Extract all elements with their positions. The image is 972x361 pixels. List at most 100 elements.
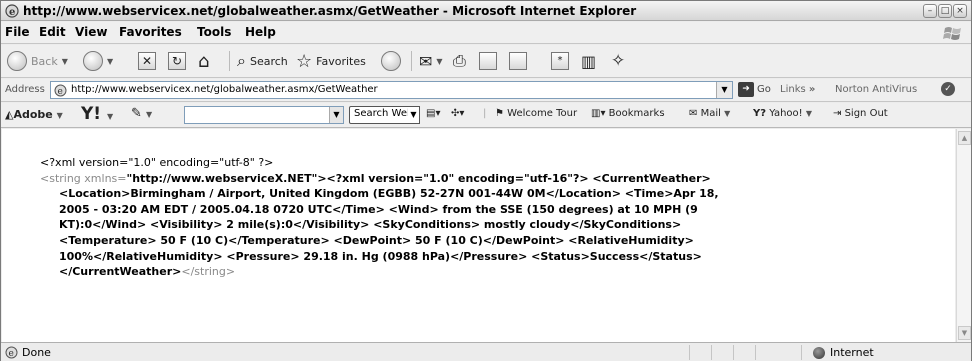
chevron-down-icon[interactable]: ▼ xyxy=(716,82,732,98)
custom-tool-button[interactable]: ✧ xyxy=(611,50,625,72)
ie-logo-icon: e xyxy=(5,4,19,18)
browser-window: e http://www.webservicex.net/globalweath… xyxy=(0,0,972,361)
mail-button[interactable]: ✉ ▼ xyxy=(419,50,443,72)
favorites-button[interactable]: ☆ Favorites xyxy=(296,50,366,72)
research-button[interactable]: ▥ xyxy=(581,50,596,72)
security-zone[interactable]: Internet xyxy=(813,346,874,359)
maximize-icon[interactable]: □ xyxy=(938,4,952,18)
title-bar: e http://www.webservicex.net/globalweath… xyxy=(1,1,971,21)
minimize-icon[interactable]: – xyxy=(923,4,937,18)
xml-line: KT):0</Wind> <Visibility> 2 mile(s):0</V… xyxy=(59,218,682,232)
go-label: Go xyxy=(757,84,771,95)
xml-line: </CurrentWeather></string> xyxy=(40,264,908,280)
window-controls: – □ × xyxy=(923,4,967,18)
status-divider xyxy=(711,345,712,360)
links-toolbar[interactable]: Links » xyxy=(780,84,815,95)
stop-button[interactable]: ✕ xyxy=(138,50,156,72)
norton-antivirus-label[interactable]: Norton AntiVirus xyxy=(835,84,917,95)
menu-view[interactable]: View xyxy=(75,25,107,39)
yahoo-logo-icon[interactable]: Y! ▼ xyxy=(81,104,113,124)
back-arrow-icon xyxy=(7,51,27,71)
history-button[interactable] xyxy=(381,50,401,72)
yahoo-search-input[interactable]: ▼ xyxy=(184,106,344,124)
highlight-icon[interactable]: ▤▾ xyxy=(426,108,440,119)
print-icon: ⎙ xyxy=(453,51,466,70)
favorites-label: Favorites xyxy=(316,54,366,68)
xml-line: <Location>Birmingham / Airport, United K… xyxy=(59,187,719,201)
xml-line: 100%</RelativeHumidity> <Pressure> 29.18… xyxy=(59,249,702,263)
zone-label: Internet xyxy=(830,346,874,359)
sign-out-icon: ⇥ xyxy=(833,108,842,119)
welcome-tour-button[interactable]: ⚑ Welcome Tour xyxy=(495,108,577,119)
search-label: Search xyxy=(249,54,288,68)
status-divider xyxy=(733,345,734,360)
search-web-dropdown-icon[interactable]: ▼ xyxy=(408,106,420,124)
edit-button[interactable] xyxy=(479,50,497,72)
address-label: Address xyxy=(5,84,45,95)
forward-button[interactable]: ▼ xyxy=(83,50,113,72)
address-url: http://www.webservicex.net/globalweather… xyxy=(71,84,378,95)
messenger-button[interactable]: * xyxy=(551,50,569,72)
discuss-button[interactable] xyxy=(509,50,527,72)
svg-text:e: e xyxy=(9,7,15,18)
yahoo-label: Yahoo! xyxy=(769,108,803,119)
sign-out-button[interactable]: ⇥ Sign Out xyxy=(833,108,888,119)
menu-favorites[interactable]: Favorites xyxy=(119,25,182,39)
yahoo-button[interactable]: Y? Yahoo! ▼ xyxy=(753,108,812,119)
search-button[interactable]: ⌕ Search xyxy=(237,50,288,72)
xml-close-tag: </string> xyxy=(181,265,236,279)
norton-icon[interactable]: ✓ xyxy=(941,82,955,96)
svg-text:e: e xyxy=(9,349,14,359)
messenger-icon: * xyxy=(551,52,569,70)
chevron-down-icon[interactable]: ▼ xyxy=(329,107,343,123)
stop-icon: ✕ xyxy=(138,52,156,70)
chevron-down-icon: ▼ xyxy=(146,110,153,119)
chevron-down-icon: ▼ xyxy=(724,109,731,118)
signpost-icon: ⚑ xyxy=(495,108,504,119)
mail-label: Mail xyxy=(700,108,721,119)
adobe-button[interactable]: ◭Adobe ▼ xyxy=(5,108,63,121)
yahoo-mail-button[interactable]: ✉ Mail ▼ xyxy=(689,108,730,119)
star-icon: ☆ xyxy=(296,50,313,72)
xml-line: <string xmlns="http://www.webserviceX.NE… xyxy=(40,171,908,187)
pencil-icon[interactable]: ✎ ▼ xyxy=(131,106,152,121)
menu-bar: File Edit View Favorites Tools Help xyxy=(1,22,971,44)
xml-text: ><?xml version="1.0" encoding="utf-16"?>… xyxy=(317,171,711,185)
address-bar: Address e http://www.webservicex.net/glo… xyxy=(1,79,971,102)
refresh-icon: ↻ xyxy=(168,52,186,70)
scroll-down-icon[interactable]: ▼ xyxy=(958,326,971,340)
mail-icon: ✉ xyxy=(419,51,433,71)
xml-close-tag: </CurrentWeather> xyxy=(59,265,182,279)
menu-edit[interactable]: Edit xyxy=(39,25,66,39)
popup-blocker-icon[interactable]: ✣▾ xyxy=(451,108,464,119)
vertical-scrollbar[interactable]: ▲ ▼ xyxy=(956,129,971,342)
home-button[interactable]: ⌂ xyxy=(198,50,209,72)
menu-file[interactable]: File xyxy=(5,25,30,39)
xml-tag: <string xmlns= xyxy=(40,171,127,185)
close-icon[interactable]: × xyxy=(953,4,967,18)
go-button[interactable]: ➜ Go xyxy=(738,82,771,97)
back-button[interactable]: Back ▼ xyxy=(7,50,68,72)
toolbar-separator xyxy=(411,51,412,71)
forward-arrow-icon xyxy=(83,51,103,71)
xml-line: 2005 - 03:20 AM EDT / 2005.04.18 0720 UT… xyxy=(59,202,698,216)
bookmarks-button[interactable]: ▥▾ Bookmarks xyxy=(591,108,665,119)
page-content: <?xml version="1.0" encoding="utf-8" ?> … xyxy=(2,129,955,342)
svg-text:e: e xyxy=(58,87,63,97)
menu-tools[interactable]: Tools xyxy=(197,25,231,39)
research-icon: ▥ xyxy=(581,51,597,71)
status-divider xyxy=(689,345,690,360)
menu-help[interactable]: Help xyxy=(245,25,276,39)
chevron-down-icon: ▼ xyxy=(436,56,443,66)
refresh-button[interactable]: ↻ xyxy=(168,50,186,72)
edit-icon xyxy=(479,52,497,70)
window-title: http://www.webservicex.net/globalweather… xyxy=(23,4,637,18)
status-divider xyxy=(755,345,756,360)
home-icon: ⌂ xyxy=(198,50,210,72)
scroll-up-icon[interactable]: ▲ xyxy=(958,131,971,145)
history-icon xyxy=(381,51,401,71)
address-input[interactable]: e http://www.webservicex.net/globalweath… xyxy=(50,81,733,99)
print-button[interactable]: ⎙ xyxy=(453,50,466,72)
chevron-down-icon: ▼ xyxy=(106,112,114,121)
globe-icon xyxy=(813,346,825,359)
